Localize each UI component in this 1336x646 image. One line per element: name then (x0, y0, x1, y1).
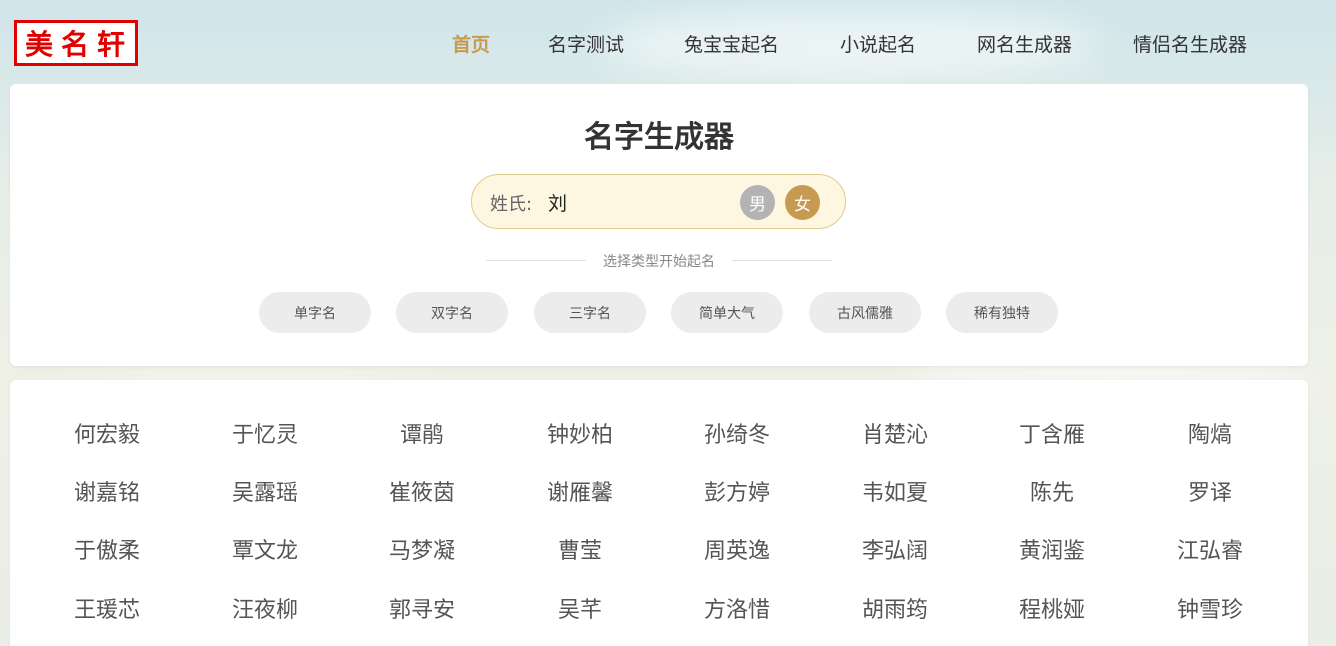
name-item[interactable]: 曹莹 (510, 533, 650, 565)
surname-label: 姓氏: (490, 194, 533, 215)
name-item[interactable]: 何宏毅 (37, 417, 177, 449)
name-item[interactable]: 吴芊 (510, 592, 650, 624)
name-item[interactable]: 钟雪珍 (1140, 592, 1280, 624)
name-item[interactable]: 谢雁馨 (510, 475, 650, 507)
name-item[interactable]: 于忆灵 (195, 417, 335, 449)
nav-home[interactable]: 首页 (452, 30, 490, 57)
type-single-char-button[interactable]: 单字名 (259, 292, 371, 333)
name-item[interactable]: 韦如夏 (825, 475, 965, 507)
name-item[interactable]: 胡雨筠 (825, 592, 965, 624)
name-item[interactable]: 谢嘉铭 (37, 475, 177, 507)
nav-couple-name-generator[interactable]: 情侣名生成器 (1133, 30, 1247, 57)
name-item[interactable]: 谭鹃 (352, 417, 492, 449)
name-item[interactable]: 王瑗芯 (37, 592, 177, 624)
type-divider: 选择类型开始起名 (486, 250, 832, 270)
type-three-char-button[interactable]: 三字名 (534, 292, 646, 333)
name-item[interactable]: 马梦凝 (352, 533, 492, 565)
name-item[interactable]: 覃文龙 (195, 533, 335, 565)
name-item[interactable]: 吴露瑶 (195, 475, 335, 507)
nav-novel-naming[interactable]: 小说起名 (840, 30, 916, 57)
header: 美名轩 首页 名字测试 兔宝宝起名 小说起名 网名生成器 情侣名生成器 (0, 0, 1336, 84)
name-item[interactable]: 周英逸 (667, 533, 807, 565)
type-classical-elegant-button[interactable]: 古风儒雅 (809, 292, 921, 333)
name-item[interactable]: 郭寻安 (352, 592, 492, 624)
type-double-char-button[interactable]: 双字名 (396, 292, 508, 333)
name-item[interactable]: 钟妙柏 (510, 417, 650, 449)
name-item[interactable]: 汪夜柳 (195, 592, 335, 624)
name-item[interactable]: 孙绮冬 (667, 417, 807, 449)
name-item[interactable]: 彭方婷 (667, 475, 807, 507)
gender-female-button[interactable]: 女 (785, 185, 820, 220)
nav-nickname-generator[interactable]: 网名生成器 (977, 30, 1072, 57)
type-simple-grand-button[interactable]: 简单大气 (671, 292, 783, 333)
name-item[interactable]: 江弘睿 (1140, 533, 1280, 565)
name-item[interactable]: 黄润鉴 (982, 533, 1122, 565)
name-item[interactable]: 肖楚沁 (825, 417, 965, 449)
nav-name-test[interactable]: 名字测试 (548, 30, 624, 57)
name-item[interactable]: 崔筱茵 (352, 475, 492, 507)
main-nav: 首页 名字测试 兔宝宝起名 小说起名 网名生成器 情侣名生成器 (0, 30, 1336, 58)
type-rare-unique-button[interactable]: 稀有独特 (946, 292, 1058, 333)
gender-male-button[interactable]: 男 (740, 185, 775, 220)
name-item[interactable]: 陶熇 (1140, 417, 1280, 449)
divider-line-right (732, 260, 832, 261)
name-item[interactable]: 程桃娅 (982, 592, 1122, 624)
name-results-panel: 何宏毅 于忆灵 谭鹃 钟妙柏 孙绮冬 肖楚沁 丁含雁 陶熇谢嘉铭 吴露瑶 崔筱茵 谢雁馨 彭方婷 韦如夏… (10, 380, 1308, 646)
name-item[interactable]: 李弘阔 (825, 533, 965, 565)
name-item[interactable]: 方洛惜 (667, 592, 807, 624)
nav-rabbit-baby-naming[interactable]: 兔宝宝起名 (684, 30, 779, 57)
surname-input[interactable] (548, 187, 688, 217)
name-item[interactable]: 丁含雁 (982, 417, 1122, 449)
surname-box: 姓氏: 男 女 (471, 174, 846, 229)
name-item[interactable]: 于傲柔 (37, 533, 177, 565)
generator-panel: 名字生成器 姓氏: 男 女 选择类型开始起名 单字名 双字名 三字名 简单大气 … (10, 84, 1308, 366)
page-title: 名字生成器 (584, 120, 734, 155)
name-item[interactable]: 陈先 (982, 475, 1122, 507)
divider-text: 选择类型开始起名 (603, 254, 715, 270)
name-item[interactable]: 罗译 (1140, 475, 1280, 507)
